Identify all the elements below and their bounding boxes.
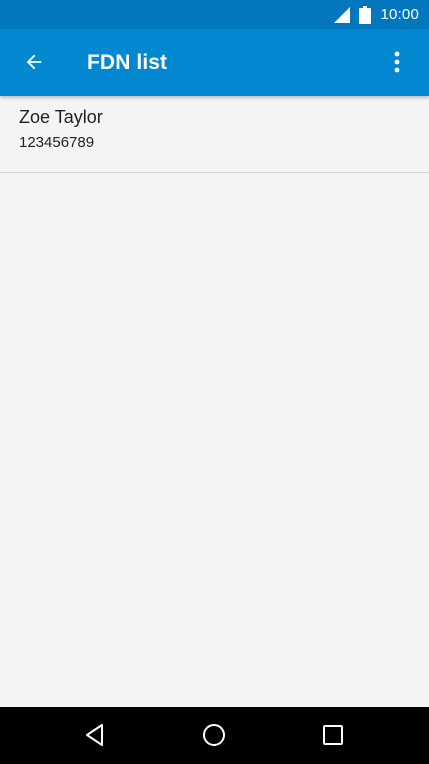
recents-square-icon bbox=[323, 725, 343, 745]
screen: 10:00 FDN list Zoe Taylor 123456789 bbox=[0, 0, 429, 764]
back-button[interactable] bbox=[14, 42, 54, 82]
arrow-back-icon bbox=[26, 54, 42, 70]
cell-signal-icon bbox=[334, 6, 351, 23]
navigation-bar bbox=[0, 707, 429, 764]
battery-icon bbox=[359, 5, 372, 24]
nav-home-button[interactable] bbox=[192, 715, 236, 755]
app-bar: FDN list bbox=[0, 29, 429, 96]
page-title: FDN list bbox=[87, 51, 168, 74]
contact-number: 123456789 bbox=[19, 134, 95, 151]
back-triangle-icon bbox=[86, 724, 103, 746]
more-options-button[interactable] bbox=[379, 42, 415, 82]
nav-back-button[interactable] bbox=[73, 715, 117, 755]
list-item[interactable]: Zoe Taylor 123456789 bbox=[0, 96, 429, 173]
contact-name: Zoe Taylor bbox=[19, 107, 103, 127]
nav-recents-button[interactable] bbox=[311, 715, 355, 755]
more-vert-icon bbox=[394, 51, 400, 73]
home-circle-icon bbox=[203, 724, 225, 746]
status-bar: 10:00 bbox=[0, 0, 429, 29]
fdn-list: Zoe Taylor 123456789 bbox=[0, 96, 429, 707]
status-time: 10:00 bbox=[380, 6, 419, 23]
